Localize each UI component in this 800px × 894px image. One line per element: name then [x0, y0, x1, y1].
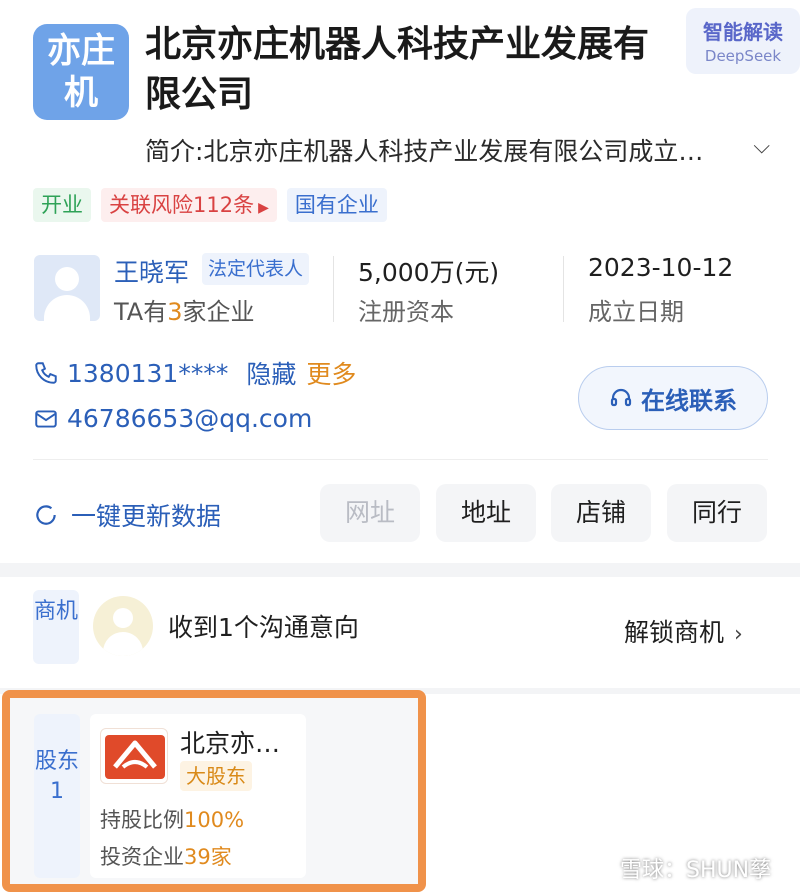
divider — [333, 256, 334, 322]
legal-rep-name[interactable]: 王晓军 — [114, 253, 189, 289]
section-divider — [0, 563, 800, 577]
peers-button[interactable]: 同行 — [667, 484, 767, 542]
more-phones-link[interactable]: 更多 — [306, 355, 356, 391]
refresh-label: 一键更新数据 — [71, 502, 222, 531]
intro-text: 简介:北京亦庄机器人科技产业发展有限公司成立… — [145, 137, 704, 166]
shareholder-label: 股东1 — [34, 714, 80, 878]
phone-number[interactable]: 1380131**** — [67, 359, 228, 388]
opportunity-text: 收到1个沟通意向 — [168, 613, 359, 642]
avatar — [93, 596, 153, 656]
founded-date-label: 成立日期 — [588, 298, 684, 326]
tag-row: 开业 关联风险112条 ▶ 国有企业 — [33, 188, 387, 222]
legal-rep-role-badge: 法定代表人 — [202, 253, 310, 285]
headset-icon — [610, 388, 632, 407]
invest-label: 投资企业 — [100, 845, 184, 869]
hide-phone-link[interactable]: 隐藏 — [246, 355, 296, 391]
count-number: 3 — [167, 298, 183, 326]
unlock-label: 解锁商机 — [624, 618, 725, 647]
store-button[interactable]: 店铺 — [551, 484, 651, 542]
chevron-right-icon: › — [734, 622, 743, 647]
address-button[interactable]: 地址 — [436, 484, 536, 542]
snowball-logo-icon — [590, 861, 612, 875]
invest-value: 39家 — [184, 845, 232, 869]
refresh-icon — [36, 505, 56, 525]
status-badge: 开业 — [33, 188, 91, 222]
caret-right-icon: ▶ — [258, 200, 269, 216]
founded-date-value: 2023-10-12 — [588, 253, 734, 282]
online-contact-button[interactable]: 在线联系 — [578, 366, 768, 430]
company-title: 北京亦庄机器人科技产业发展有限公司 — [145, 24, 650, 115]
refresh-data-button[interactable]: 一键更新数据 — [33, 497, 221, 533]
count-prefix: TA有 — [114, 298, 168, 326]
avatar[interactable] — [34, 255, 100, 321]
phone-row: 1380131**** 隐藏 更多 — [33, 355, 356, 391]
count-suffix: 家企业 — [182, 298, 255, 326]
risk-tag-label: 关联风险112条 — [109, 193, 255, 217]
phone-icon — [35, 362, 57, 384]
mail-icon — [35, 409, 57, 428]
ai-interpret-label: 智能解读 — [703, 20, 783, 44]
company-intro[interactable]: 简介:北京亦庄机器人科技产业发展有限公司成立… ⌵ — [145, 132, 770, 168]
opportunity-label: 商机 — [33, 590, 79, 664]
website-button[interactable]: 网址 — [320, 484, 420, 542]
ai-interpret-button[interactable]: 智能解读 DeepSeek — [686, 8, 800, 74]
company-type-tag: 国有企业 — [286, 188, 387, 222]
shareholder-name[interactable]: 北京亦… — [180, 724, 280, 760]
email-row: 46786653@qq.com — [33, 404, 312, 433]
ratio-value: 100% — [184, 808, 245, 832]
watermark-text: 雪球：SHUN孳 — [620, 858, 772, 883]
shareholder-logo — [100, 728, 168, 784]
major-shareholder-badge: 大股东 — [180, 761, 252, 791]
company-logo: 亦庄机 — [33, 24, 129, 120]
watermark: 雪球：SHUN孳 — [588, 852, 771, 884]
invested-companies: 投资企业39家 — [100, 841, 232, 871]
online-contact-label: 在线联系 — [641, 386, 737, 415]
ratio-label: 持股比例 — [100, 808, 184, 832]
shareholding-ratio: 持股比例100% — [100, 804, 244, 834]
chevron-down-icon[interactable]: ⌵ — [753, 134, 770, 159]
legal-rep-company-count[interactable]: TA有3家企业 — [114, 292, 255, 327]
unlock-opportunity-link[interactable]: 解锁商机 › — [624, 613, 743, 649]
registered-capital-value: 5,000万(元) — [358, 258, 500, 287]
divider — [563, 256, 564, 322]
email-address[interactable]: 46786653@qq.com — [67, 404, 312, 433]
risk-tag[interactable]: 关联风险112条 ▶ — [101, 188, 277, 222]
registered-capital-label: 注册资本 — [358, 298, 454, 326]
divider — [33, 459, 768, 460]
ai-provider-label: DeepSeek — [704, 47, 782, 65]
